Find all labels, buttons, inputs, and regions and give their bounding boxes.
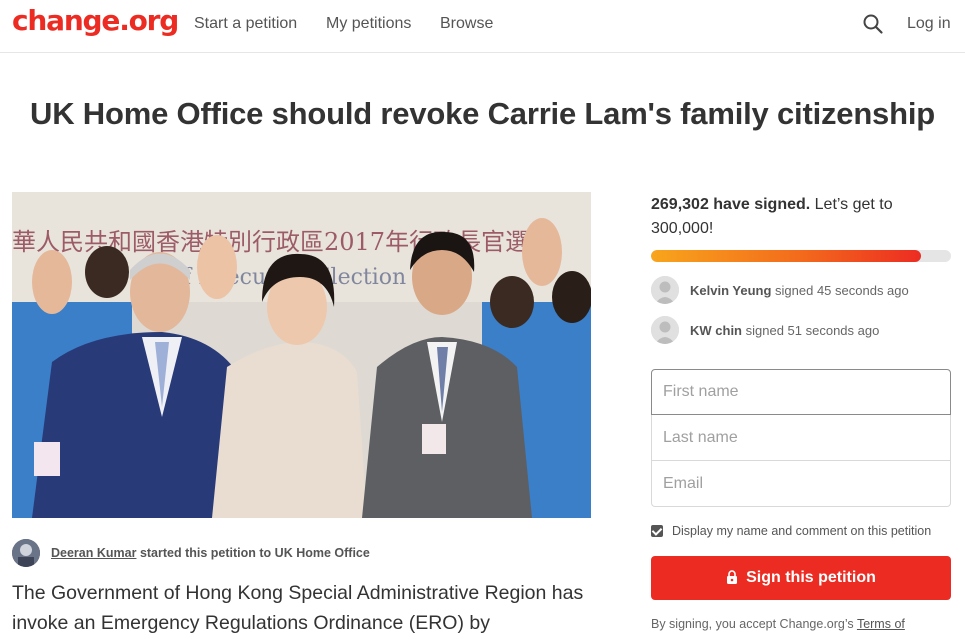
first-name-field[interactable] bbox=[651, 369, 951, 415]
nav-start-petition[interactable]: Start a petition bbox=[194, 15, 297, 33]
signer-name: KW chin bbox=[690, 323, 742, 338]
signature-count: 269,302 have signed. bbox=[651, 196, 811, 213]
terms-disclaimer: By signing, you accept Change.org’s Term… bbox=[651, 617, 951, 631]
email-field[interactable] bbox=[651, 461, 951, 507]
progress-fill bbox=[651, 250, 921, 262]
search-icon[interactable] bbox=[862, 13, 884, 35]
default-avatar-icon bbox=[651, 276, 679, 304]
display-name-checkbox[interactable] bbox=[651, 525, 663, 537]
signature-progress-bar bbox=[651, 250, 951, 262]
sign-button-label: Sign this petition bbox=[746, 569, 876, 586]
lock-icon bbox=[726, 570, 738, 589]
petition-photo: 華人民共和國香港特別行政區2017年行政長官選舉 Chief Executive… bbox=[12, 192, 591, 518]
login-link[interactable]: Log in bbox=[907, 15, 951, 33]
recent-signer: KW chin signed 51 seconds ago bbox=[651, 316, 951, 344]
starter-avatar[interactable] bbox=[12, 539, 40, 567]
consent-label: Display my name and comment on this peti… bbox=[672, 524, 932, 538]
recent-signer: Kelvin Yeung signed 45 seconds ago bbox=[651, 276, 951, 304]
signer-time: signed 51 seconds ago bbox=[745, 323, 880, 338]
signature-summary: 269,302 have signed. Let’s get to 300,00… bbox=[651, 193, 951, 241]
top-navigation-bar: change.org Start a petition My petitions… bbox=[0, 0, 965, 53]
starter-line: Deeran Kumar started this petition to UK… bbox=[51, 546, 370, 560]
starter-name-link[interactable]: Deeran Kumar bbox=[51, 546, 136, 560]
nav-my-petitions[interactable]: My petitions bbox=[326, 15, 411, 33]
terms-link[interactable]: Terms of bbox=[857, 617, 905, 631]
disclaimer-text: By signing, you accept Change.org’s bbox=[651, 617, 854, 631]
last-name-field[interactable] bbox=[651, 415, 951, 461]
nav-browse[interactable]: Browse bbox=[440, 15, 493, 33]
change-org-logo[interactable]: change.org bbox=[12, 4, 179, 37]
starter-description: started this petition to UK Home Office bbox=[139, 546, 370, 560]
petition-body: The Government of Hong Kong Special Admi… bbox=[12, 582, 584, 634]
display-name-consent: Display my name and comment on this peti… bbox=[651, 523, 951, 539]
default-avatar-icon bbox=[651, 316, 679, 344]
petition-title: UK Home Office should revoke Carrie Lam'… bbox=[30, 96, 935, 131]
signer-name: Kelvin Yeung bbox=[690, 283, 772, 298]
sign-petition-button[interactable]: Sign this petition bbox=[651, 556, 951, 600]
signer-time: signed 45 seconds ago bbox=[775, 283, 909, 298]
